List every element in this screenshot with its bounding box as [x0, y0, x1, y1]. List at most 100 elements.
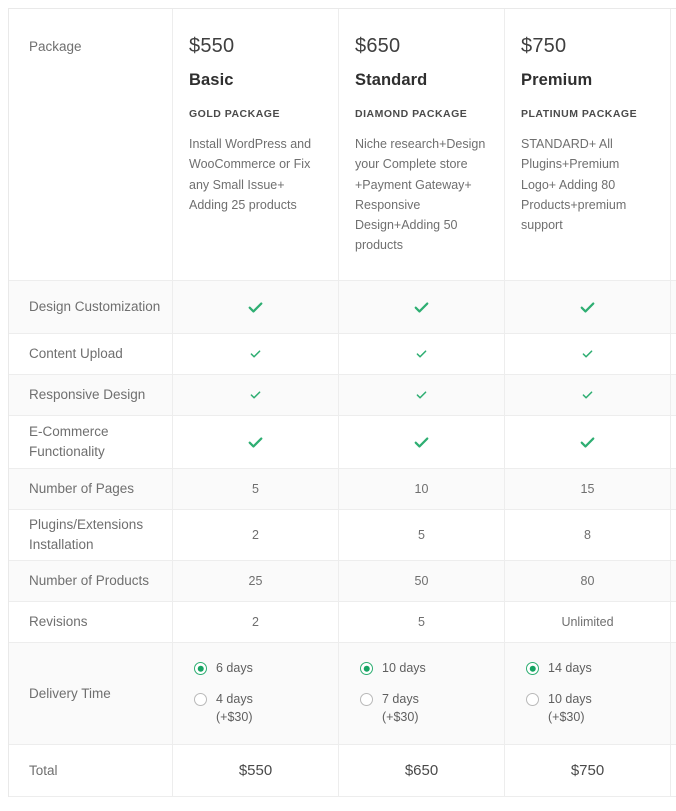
row-label-cell: E-Commerce Functionality — [9, 416, 173, 468]
radio-unselected-icon[interactable] — [360, 693, 373, 707]
package-name: Basic — [189, 71, 234, 89]
radio-unselected-icon[interactable] — [194, 693, 207, 707]
row-label-cell: Plugins/Extensions Installation — [9, 510, 173, 560]
delivery-radio-group[interactable]: 10 days 7 days (+$30) — [350, 660, 493, 726]
package-description: Install WordPress and WooCommerce or Fix… — [189, 137, 312, 212]
feature-value-cell — [173, 416, 339, 468]
radio-selected-icon[interactable] — [194, 662, 207, 676]
table-row: Content Upload — [9, 334, 676, 375]
package-tier-label: PLATINUM PACKAGE — [521, 108, 638, 120]
checkmark-icon — [250, 391, 261, 399]
feature-value-cell — [505, 416, 671, 468]
delivery-option[interactable]: 14 days — [526, 660, 592, 678]
package-name: Premium — [521, 71, 593, 89]
feature-value-cell: 2 — [173, 510, 339, 560]
checkmark-icon — [248, 436, 263, 448]
delivery-option[interactable]: 10 days — [360, 660, 426, 678]
package-tier-label: GOLD PACKAGE — [189, 108, 280, 120]
row-label: Plugins/Extensions Installation — [29, 517, 144, 552]
package-header-label: Package — [29, 39, 82, 54]
feature-value-cell: 5 — [173, 469, 339, 509]
row-label: E-Commerce Functionality — [29, 424, 109, 459]
table-header-row: Package $550 Basic GOLD PACKAGE Install … — [9, 9, 676, 281]
table-row-total: Total $550 $650 $750 — [9, 745, 676, 797]
delivery-option[interactable]: 7 days (+$30) — [360, 691, 419, 727]
feature-value-cell — [173, 281, 339, 333]
row-label: Total — [29, 762, 58, 778]
feature-value-cell: 8 — [505, 510, 671, 560]
delivery-radio-group[interactable]: 14 days 10 days (+$30) — [516, 660, 659, 726]
row-label-cell: Revisions — [9, 602, 173, 642]
delivery-cell-basic: 6 days 4 days (+$30) — [173, 643, 339, 744]
checkmark-icon — [580, 301, 595, 313]
table-row: E-Commerce Functionality — [9, 416, 676, 469]
total-value: $750 — [570, 762, 605, 779]
feature-value-cell — [173, 334, 339, 374]
package-price: $750 — [521, 35, 567, 57]
delivery-option-label: 6 days — [216, 661, 253, 676]
checkmark-icon — [414, 301, 429, 313]
feature-value-cell — [505, 281, 671, 333]
feature-value-cell — [339, 334, 505, 374]
checkmark-icon — [416, 350, 427, 358]
radio-selected-icon[interactable] — [360, 662, 373, 676]
row-label: Responsive Design — [29, 387, 146, 403]
feature-value-cell: 2 — [173, 602, 339, 642]
package-price: $550 — [189, 35, 235, 57]
checkmark-icon — [416, 391, 427, 399]
feature-value-cell: 50 — [339, 561, 505, 601]
table-row-delivery-time: Delivery Time 6 days 4 days (+$30) 10 days… — [9, 643, 676, 745]
row-label: Delivery Time — [29, 685, 111, 701]
feature-value: 5 — [252, 482, 259, 496]
table-row: Design Customization — [9, 281, 676, 334]
checkmark-icon — [250, 350, 261, 358]
delivery-option-label: 10 days — [382, 661, 426, 676]
row-label: Revisions — [29, 614, 88, 630]
delivery-cell-premium: 14 days 10 days (+$30) — [505, 643, 671, 744]
feature-value: 5 — [418, 528, 425, 542]
package-column-basic: $550 Basic GOLD PACKAGE Install WordPres… — [173, 9, 339, 280]
feature-value: 50 — [414, 574, 429, 588]
feature-value-cell — [339, 281, 505, 333]
row-label-cell: Content Upload — [9, 334, 173, 374]
delivery-cell-standard: 10 days 7 days (+$30) — [339, 643, 505, 744]
delivery-option-label: 7 days (+$30) — [382, 692, 419, 724]
checkmark-icon — [580, 436, 595, 448]
feature-value-cell — [173, 375, 339, 415]
radio-unselected-icon[interactable] — [526, 693, 539, 707]
package-name: Standard — [355, 71, 428, 89]
table-row: Revisions 2 5 Unlimited — [9, 602, 676, 643]
package-description: STANDARD+ All Plugins+Premium Logo+ Addi… — [521, 137, 627, 232]
delivery-option[interactable]: 4 days (+$30) — [194, 691, 253, 727]
feature-value: 15 — [580, 482, 595, 496]
package-tier-label: DIAMOND PACKAGE — [355, 108, 468, 120]
feature-value-cell: Unlimited — [505, 602, 671, 642]
feature-value-cell: 15 — [505, 469, 671, 509]
row-label: Number of Products — [29, 573, 150, 589]
checkmark-icon — [582, 391, 593, 399]
package-description: Niche research+Design your Complete stor… — [355, 137, 486, 253]
row-label-cell: Delivery Time — [9, 643, 173, 744]
total-value: $550 — [238, 762, 273, 779]
row-label-cell: Total — [9, 745, 173, 796]
checkmark-icon — [582, 350, 593, 358]
radio-selected-icon[interactable] — [526, 662, 539, 676]
table-row: Number of Pages 5 10 15 — [9, 469, 676, 510]
table-row: Responsive Design — [9, 375, 676, 416]
checkmark-icon — [248, 301, 263, 313]
feature-value-cell: 80 — [505, 561, 671, 601]
row-label-cell: Responsive Design — [9, 375, 173, 415]
feature-value: 2 — [252, 528, 259, 542]
delivery-option[interactable]: 6 days — [194, 660, 253, 678]
delivery-option[interactable]: 10 days (+$30) — [526, 691, 592, 727]
package-price: $650 — [355, 35, 401, 57]
feature-value: 5 — [418, 615, 425, 629]
feature-value-cell: 10 — [339, 469, 505, 509]
feature-value-cell — [339, 416, 505, 468]
feature-value: 80 — [580, 574, 595, 588]
feature-value: 8 — [584, 528, 591, 542]
table-row: Plugins/Extensions Installation 2 5 8 — [9, 510, 676, 561]
feature-value-cell — [505, 334, 671, 374]
delivery-radio-group[interactable]: 6 days 4 days (+$30) — [184, 660, 327, 726]
row-label: Content Upload — [29, 346, 123, 362]
